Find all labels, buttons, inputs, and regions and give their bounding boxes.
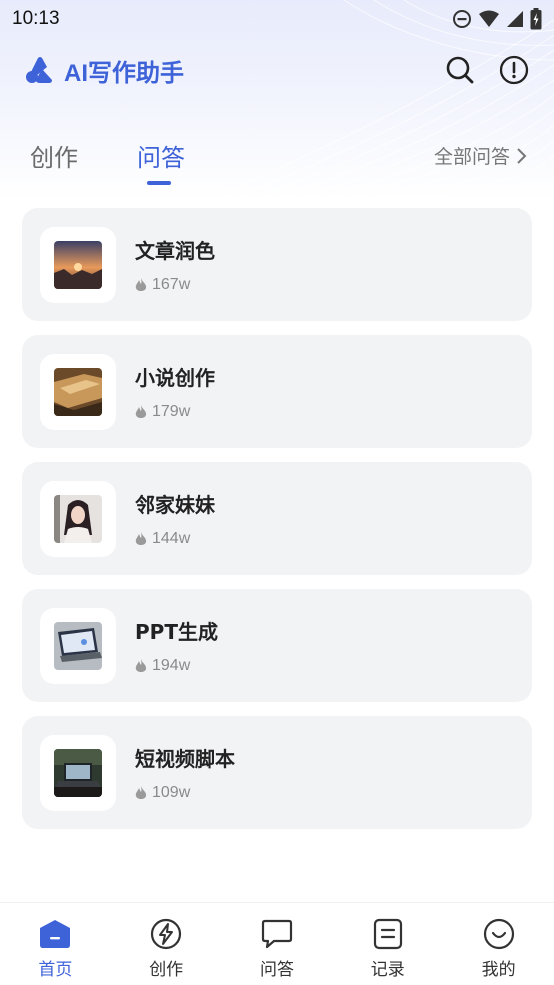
item-title: 小说创作	[135, 366, 215, 390]
all-qa-link[interactable]: 全部问答	[434, 142, 528, 169]
nav-profile[interactable]: 我的	[443, 903, 554, 985]
wifi-icon	[479, 10, 499, 27]
do-not-disturb-icon	[453, 10, 471, 28]
nav-label: 首页	[38, 960, 73, 980]
note-icon	[373, 918, 402, 950]
nav-label: 问答	[259, 960, 294, 980]
search-button[interactable]	[444, 54, 476, 86]
desk-laptop-thumbnail	[54, 748, 102, 797]
status-icons	[452, 8, 542, 30]
nav-records[interactable]: 记录	[332, 903, 443, 985]
list-item[interactable]: 小说创作 179w	[22, 335, 532, 448]
list-item[interactable]: 文章润色 167w	[22, 208, 532, 321]
lightning-icon	[151, 918, 182, 950]
flame-icon	[135, 785, 147, 799]
thumbnail-frame	[40, 353, 116, 430]
all-qa-label: 全部问答	[433, 146, 510, 168]
flame-icon	[135, 658, 147, 672]
nav-qa[interactable]: 问答	[222, 903, 333, 985]
tab-create[interactable]: 创作	[30, 138, 78, 173]
chat-bubble-icon	[261, 919, 293, 949]
info-icon	[499, 55, 529, 85]
thumbnail-frame	[40, 480, 116, 557]
tab-bar: 创作 问答 全部问答	[0, 132, 554, 188]
nav-home[interactable]: 首页	[0, 903, 111, 985]
tab-qa[interactable]: 问答	[137, 138, 185, 173]
signal-icon	[507, 11, 523, 27]
item-title: 邻家妹妹	[135, 493, 215, 517]
thumbnail-frame	[40, 226, 116, 303]
item-title: 文章润色	[135, 239, 215, 263]
search-icon	[446, 56, 474, 84]
item-title: PPT生成	[135, 620, 218, 644]
sunset-thumbnail	[54, 240, 102, 289]
thumbnail-frame	[40, 734, 116, 811]
flame-icon	[135, 531, 147, 545]
bottom-nav: 首页 创作 问答 记录 我的	[0, 902, 554, 985]
nav-label: 创作	[149, 960, 184, 980]
app-header: AI写作助手	[0, 50, 554, 90]
flame-icon	[135, 404, 147, 418]
thumbnail-frame	[40, 607, 116, 684]
girl-portrait-thumbnail	[54, 494, 102, 543]
book-thumbnail	[54, 367, 102, 416]
home-icon	[40, 920, 71, 948]
item-count: 179w	[152, 403, 191, 420]
item-title: 短视频脚本	[135, 747, 235, 771]
list-item[interactable]: 短视频脚本 109w	[22, 716, 532, 829]
flame-icon	[135, 277, 147, 291]
item-count: 167w	[152, 276, 191, 293]
item-count: 144w	[152, 530, 191, 547]
item-count: 109w	[152, 784, 191, 801]
info-button[interactable]	[498, 54, 530, 86]
status-bar: 10:13	[0, 0, 554, 38]
app-logo-icon	[26, 57, 52, 83]
chevron-right-icon	[517, 147, 527, 164]
battery-icon	[530, 8, 542, 30]
status-time: 10:13	[12, 8, 60, 29]
nav-label: 记录	[370, 960, 405, 980]
nav-create[interactable]: 创作	[111, 903, 222, 985]
smile-icon	[483, 918, 514, 950]
qa-list: 文章润色 167w 小说创作 179w 邻家妹妹 144w PPT生成 194w…	[22, 208, 532, 843]
app-title: AI写作助手	[64, 59, 184, 87]
nav-label: 我的	[481, 960, 516, 980]
laptop-thumbnail	[54, 621, 102, 670]
list-item[interactable]: 邻家妹妹 144w	[22, 462, 532, 575]
item-count: 194w	[152, 657, 191, 674]
tab-active-indicator	[147, 181, 171, 185]
list-item[interactable]: PPT生成 194w	[22, 589, 532, 702]
